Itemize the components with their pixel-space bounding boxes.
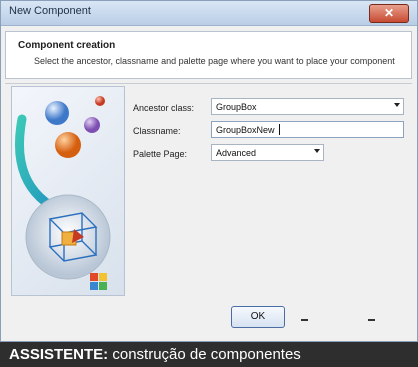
chevron-down-icon[interactable] (314, 149, 320, 153)
close-icon: ✕ (383, 6, 395, 20)
header-divider (5, 83, 412, 84)
palette-page-label: Palette Page: (133, 149, 188, 159)
new-component-dialog: New Component ✕ Component creation Selec… (0, 0, 418, 342)
chevron-down-icon[interactable] (394, 103, 400, 107)
wizard-illustration (11, 86, 125, 296)
classname-input[interactable]: GroupBoxNew (211, 121, 404, 138)
caption-bold: ASSISTENTE: (9, 346, 109, 363)
ancestor-class-value: GroupBox (216, 102, 257, 112)
close-button[interactable]: ✕ (369, 4, 409, 23)
palette-page-select[interactable]: Advanced (211, 144, 324, 161)
cancel-button[interactable] (301, 319, 308, 321)
caption-text: construção de componentes (108, 346, 301, 363)
classname-label: Classname: (133, 126, 181, 136)
ancestor-class-label: Ancestor class: (133, 103, 195, 113)
classname-value: GroupBoxNew (216, 125, 275, 135)
header-title: Component creation (18, 40, 116, 51)
help-button[interactable] (368, 319, 375, 321)
palette-page-value: Advanced (216, 148, 257, 158)
figure-caption: ASSISTENTE: construção de componentes (0, 342, 418, 367)
component-illustration-icon (15, 96, 111, 290)
title-bar[interactable]: New Component ✕ (1, 1, 417, 26)
window-title: New Component (9, 5, 91, 17)
text-caret (279, 124, 280, 135)
header-description: Select the ancestor, classname and palet… (34, 56, 395, 66)
ok-button[interactable]: OK (231, 306, 285, 328)
ancestor-class-select[interactable]: GroupBox (211, 98, 404, 115)
wizard-header: Component creation Select the ancestor, … (5, 31, 412, 79)
